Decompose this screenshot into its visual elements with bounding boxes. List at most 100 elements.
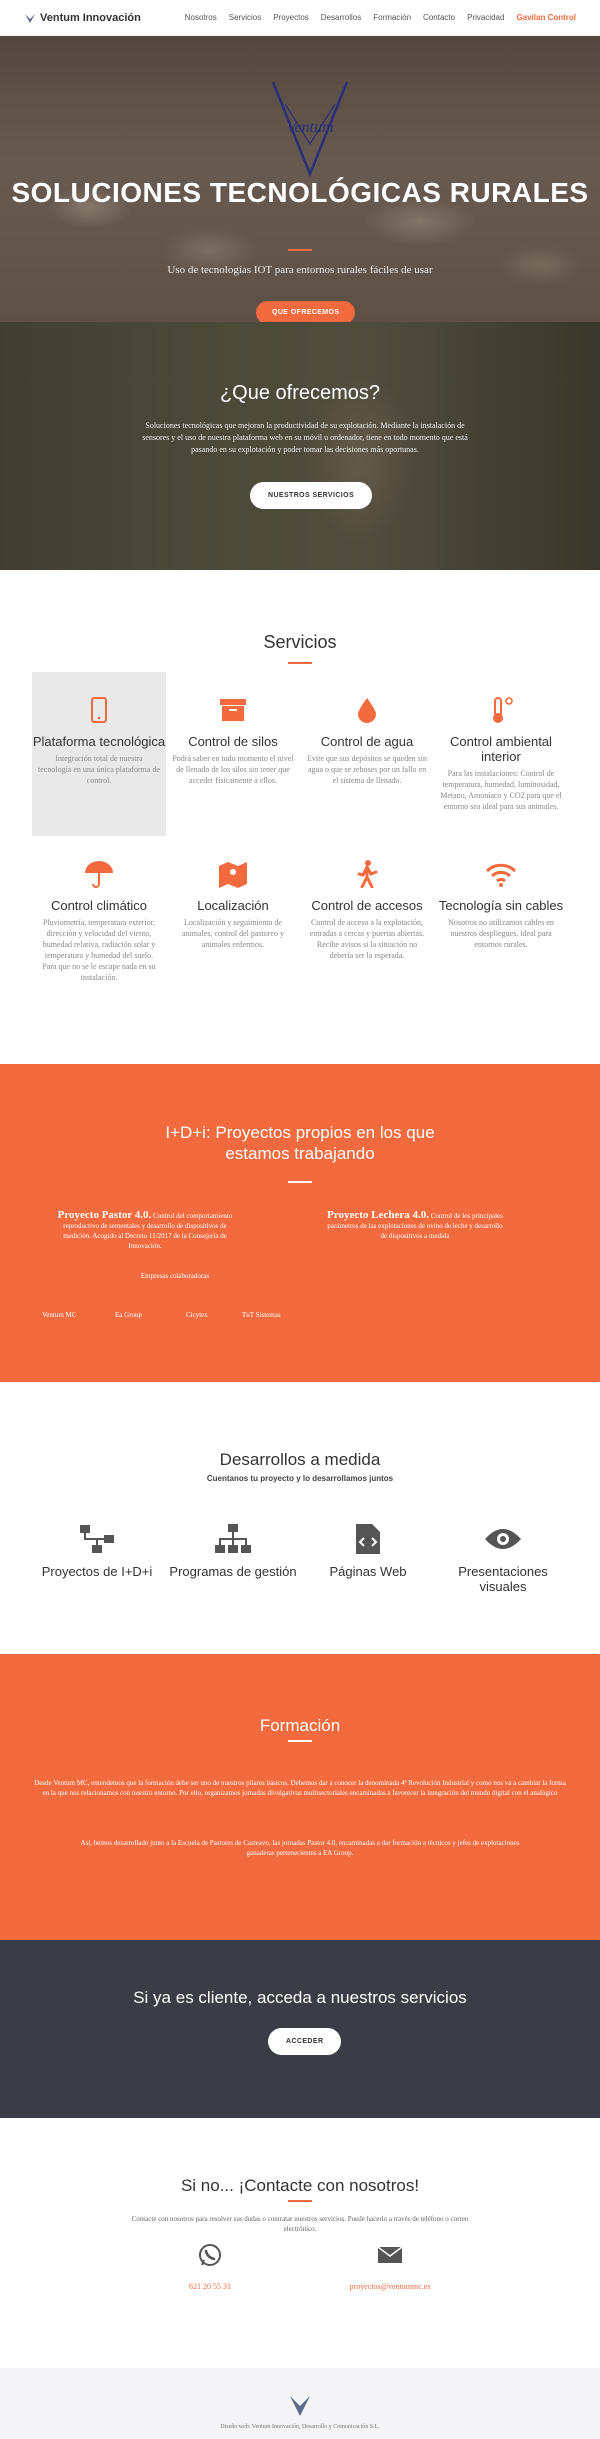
- formacion-title: Formación: [259, 1716, 341, 1735]
- service-title: Plataforma tecnológica: [32, 734, 166, 749]
- phone-contact[interactable]: 621 20 55 31: [140, 2242, 280, 2294]
- walking-icon: [300, 860, 434, 888]
- menu-item-formacion[interactable]: Formación: [373, 13, 411, 22]
- client-section: Si ya es cliente, acceda a nuestros serv…: [0, 1940, 600, 2118]
- top-nav: Ventum Innovación Nosotros Servicios Pro…: [0, 0, 600, 36]
- footer-credits: Diseño web: Ventum Innovación, Desarroll…: [220, 2424, 380, 2430]
- service-title: Control de silos: [188, 734, 278, 749]
- whatsapp-icon: [140, 2242, 280, 2268]
- development-title: Presentaciones visuales: [458, 1564, 548, 1594]
- service-title: Tecnología sin cables: [438, 898, 564, 913]
- service-card[interactable]: Localización Localización y seguimiento …: [166, 860, 300, 950]
- service-card[interactable]: Tecnología sin cables Nosotros no utiliz…: [434, 860, 568, 950]
- offer-text: Soluciones tecnológicas que mejoran la p…: [142, 421, 468, 454]
- email-address[interactable]: proyectos@ventummc.es: [350, 2282, 431, 2291]
- code-file-icon: [303, 1522, 433, 1556]
- desarrollos-subtitle: Cuentanos tu proyecto y lo desarrollamos…: [206, 1474, 394, 1483]
- formacion-paragraph-2: Así, hemos desarrollado junto a la Escue…: [80, 1839, 520, 1857]
- services-title: Servicios: [263, 632, 337, 652]
- main-menu: Nosotros Servicios Proyectos Desarrollos…: [185, 13, 576, 22]
- collaborator-item[interactable]: TnT Sistemas: [242, 1311, 281, 1319]
- collaborator-item[interactable]: Ea Group: [115, 1311, 142, 1319]
- service-text: Localización y seguimiento de animales, …: [182, 918, 284, 949]
- hero-subtitle: Uso de tecnologías IOT para entornos rur…: [167, 264, 433, 276]
- ventum-logo-icon: [25, 13, 35, 23]
- nuestros-servicios-button[interactable]: NUESTROS SERVICIOS: [250, 482, 373, 509]
- development-title: Páginas Web: [329, 1564, 407, 1579]
- menu-item-proyectos[interactable]: Proyectos: [273, 13, 309, 22]
- development-title: Programas de gestión: [169, 1564, 297, 1579]
- service-text: Podrá saber en todo momento el nivel de …: [172, 754, 294, 785]
- idi-section: I+D+i: Proyectos propios en los que esta…: [0, 1064, 600, 1382]
- phone-number[interactable]: 621 20 55 31: [189, 2282, 231, 2291]
- project-name: Proyecto Lechera 4.0.: [327, 1209, 429, 1221]
- service-title: Localización: [197, 898, 269, 913]
- offer-section: ¿Que ofrecemos? Soluciones tecnológicas …: [0, 322, 600, 570]
- service-title: Control de accesos: [311, 898, 423, 913]
- map-icon: [166, 860, 300, 888]
- hero-section: Ventum SOLUCIONES TECNOLÓGICAS RURALES U…: [0, 36, 600, 322]
- service-text: Control de acceso a la explotación, entr…: [309, 918, 425, 960]
- project-item: Proyecto Lechera 4.0. Control de los pri…: [325, 1210, 505, 1241]
- development-item[interactable]: Programas de gestión: [168, 1522, 298, 1579]
- project-item: Proyecto Pastor 4.0. Control del comport…: [55, 1210, 235, 1251]
- service-card[interactable]: Control ambiental interior Para las inst…: [434, 696, 568, 812]
- collaborator-item[interactable]: Ventum MC: [42, 1311, 76, 1319]
- collaborator-item[interactable]: Cicytex: [186, 1311, 208, 1319]
- wifi-icon: [434, 860, 568, 888]
- contact-section: Si no... ¡Contacte con nosotros! Contact…: [0, 2118, 600, 2368]
- eye-icon: [438, 1522, 568, 1556]
- service-text: Evite que sus depósitos se queden sin ag…: [307, 754, 427, 785]
- service-text: Pluviometría, temperatura exterior, dire…: [42, 918, 156, 982]
- service-text: Integración total de nuestra tecnología …: [38, 754, 160, 785]
- service-card[interactable]: Control de silos Podrá saber en todo mom…: [166, 696, 300, 786]
- services-section: Servicios Plataforma tecnológica Integra…: [0, 570, 600, 1064]
- umbrella-icon: [32, 860, 166, 888]
- menu-item-servicios[interactable]: Servicios: [229, 13, 261, 22]
- service-title: Control climático: [50, 898, 148, 913]
- que-ofrecemos-button[interactable]: QUE OFRECEMOS: [256, 301, 356, 322]
- service-text: Nosotros no utilizamos cables en nuestro…: [448, 918, 554, 949]
- contact-divider: [288, 2200, 312, 2202]
- project-name: Proyecto Pastor 4.0.: [57, 1209, 152, 1221]
- mobile-icon: [32, 696, 166, 724]
- idi-title: I+D+i: Proyectos propios en los que esta…: [165, 1123, 435, 1163]
- service-card[interactable]: Control climático Pluviometría, temperat…: [32, 860, 166, 983]
- menu-item-contacto[interactable]: Contacto: [423, 13, 455, 22]
- hero-divider: [288, 249, 312, 251]
- development-title: Proyectos de I+D+i: [41, 1564, 153, 1579]
- development-item[interactable]: Presentaciones visuales: [438, 1522, 568, 1594]
- service-title: Control de agua: [320, 734, 414, 749]
- development-item[interactable]: Páginas Web: [303, 1522, 433, 1579]
- brand-name: Ventum Innovación: [40, 11, 141, 24]
- footer: Diseño web: Ventum Innovación, Desarroll…: [0, 2368, 600, 2439]
- menu-item-nosotros[interactable]: Nosotros: [185, 13, 217, 22]
- email-contact[interactable]: proyectos@ventummc.es: [320, 2242, 460, 2294]
- network-icon: [168, 1522, 298, 1556]
- idi-divider: [288, 1181, 312, 1183]
- acceder-button[interactable]: ACCEDER: [268, 2028, 342, 2055]
- desarrollos-section: Desarrollos a medida Cuentanos tu proyec…: [0, 1382, 600, 1654]
- desarrollos-title: Desarrollos a medida: [219, 1450, 381, 1469]
- service-card[interactable]: Control de agua Evite que sus depósitos …: [300, 696, 434, 786]
- brand[interactable]: Ventum Innovación: [24, 12, 141, 24]
- hero-title: SOLUCIONES TECNOLÓGICAS RURALES: [11, 177, 589, 208]
- menu-item-desarrollos[interactable]: Desarrollos: [321, 13, 361, 22]
- services-divider: [288, 662, 312, 664]
- menu-item-gavilan-control[interactable]: Gavilan Control: [516, 13, 576, 22]
- box-icon: [166, 696, 300, 724]
- contact-text: Contacte con nosotros para resolver sus …: [131, 2215, 469, 2233]
- formacion-paragraph-1: Desde Ventum MC, entendemos que la forma…: [34, 1779, 566, 1797]
- thermometer-icon: [434, 696, 568, 724]
- collaborators-heading: Empresas colaboradoras: [140, 1272, 210, 1280]
- client-title: Si ya es cliente, acceda a nuestros serv…: [133, 1988, 467, 2007]
- formacion-section: Formación Desde Ventum MC, entendemos qu…: [0, 1654, 600, 1940]
- service-card[interactable]: Control de accesos Control de acceso a l…: [300, 860, 434, 961]
- sitemap-icon: [32, 1522, 162, 1556]
- formacion-divider: [288, 1740, 312, 1742]
- development-item[interactable]: Proyectos de I+D+i: [32, 1522, 162, 1579]
- menu-item-privacidad[interactable]: Privacidad: [467, 13, 504, 22]
- service-text: Para las instalaciones: Control de tempe…: [440, 769, 562, 811]
- service-card[interactable]: Plataforma tecnológica Integración total…: [32, 672, 166, 836]
- service-title: Control ambiental interior: [450, 734, 552, 764]
